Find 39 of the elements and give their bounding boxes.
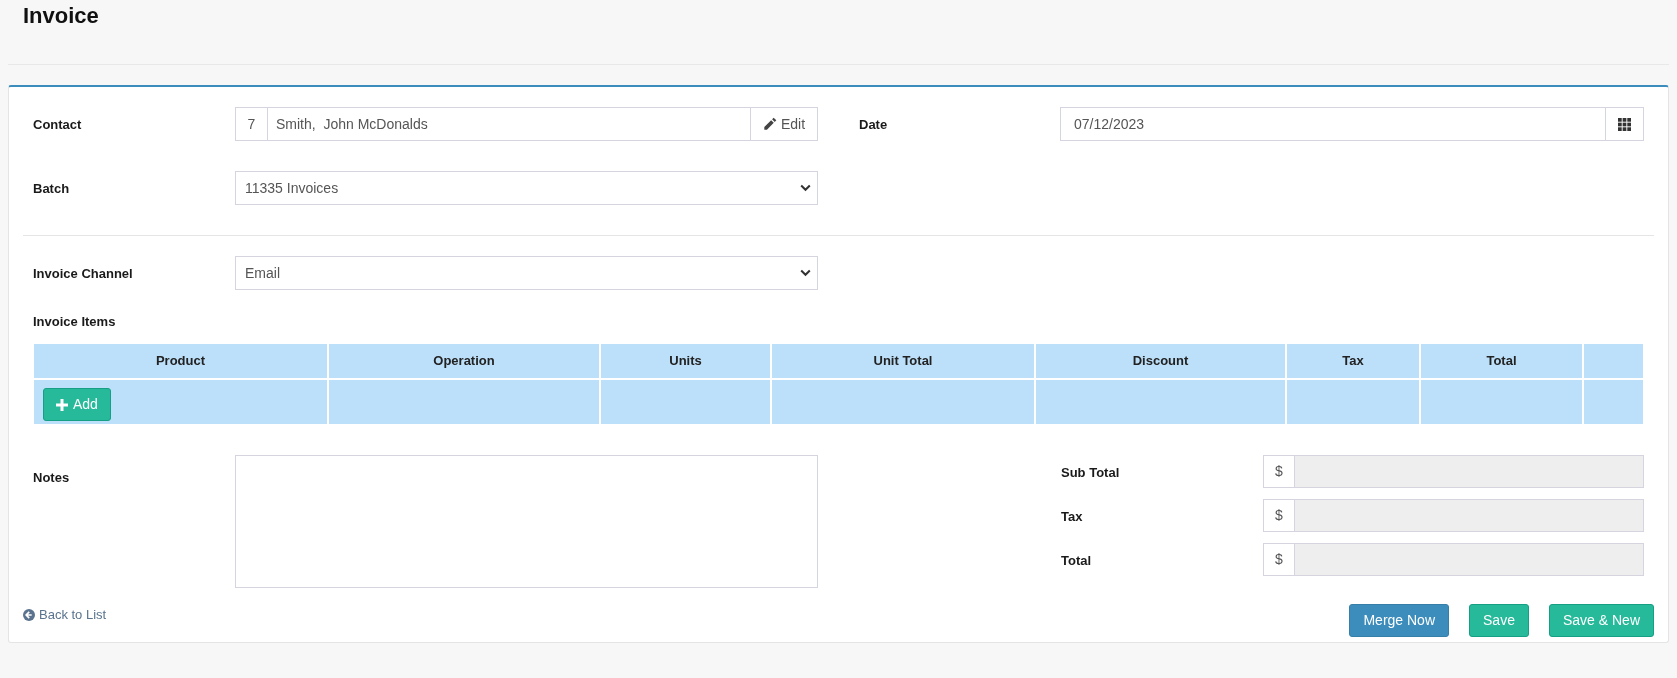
currency-addon: $: [1263, 499, 1295, 532]
field-label: Batch: [33, 181, 70, 196]
field-label: Total: [1061, 552, 1092, 568]
notes-field[interactable]: [235, 455, 818, 588]
channel-select[interactable]: Email: [235, 256, 818, 290]
amount-field[interactable]: [1295, 499, 1644, 532]
date-field[interactable]: 07/12/2023: [1060, 107, 1605, 141]
column-header: Operation: [433, 352, 495, 371]
column-header: Total: [1486, 352, 1517, 371]
currency-addon: $: [1263, 543, 1295, 576]
plus-icon: [56, 398, 68, 411]
column-header: Discount: [1132, 352, 1189, 371]
back-link[interactable]: Back to List: [23, 607, 107, 622]
column-header: Product: [155, 352, 206, 371]
column-header: Tax: [1342, 352, 1364, 371]
contact-number-addon: 7: [235, 107, 268, 141]
grid-icon: [1618, 117, 1631, 131]
amount-field[interactable]: [1295, 455, 1644, 488]
amount-field[interactable]: [1295, 543, 1644, 576]
chevron-down-icon: [800, 269, 811, 277]
column-header: Unit Total: [873, 352, 933, 371]
pencil-icon: [762, 117, 777, 131]
column-header: Units: [669, 352, 702, 371]
arrow-left-circle-icon: [23, 608, 35, 621]
field-label: Sub Total: [1061, 464, 1120, 480]
field-label: Tax: [1061, 508, 1083, 524]
field-label: Invoice Channel: [33, 266, 133, 281]
action-button[interactable]: Merge Now: [1349, 604, 1450, 637]
currency-addon: $: [1263, 455, 1295, 488]
contact-name-field[interactable]: Smith, John McDonalds: [268, 107, 750, 141]
field-label: Contact: [33, 117, 82, 132]
field-label: Notes: [33, 470, 70, 485]
section-label: Invoice Items: [33, 314, 116, 329]
batch-select[interactable]: 11335 Invoices: [235, 171, 818, 205]
chevron-down-icon: [800, 184, 811, 192]
page-title: Invoice: [23, 3, 99, 29]
field-label: Date: [859, 117, 888, 132]
edit-button[interactable]: Edit: [750, 107, 818, 141]
calendar-button[interactable]: [1605, 107, 1644, 141]
